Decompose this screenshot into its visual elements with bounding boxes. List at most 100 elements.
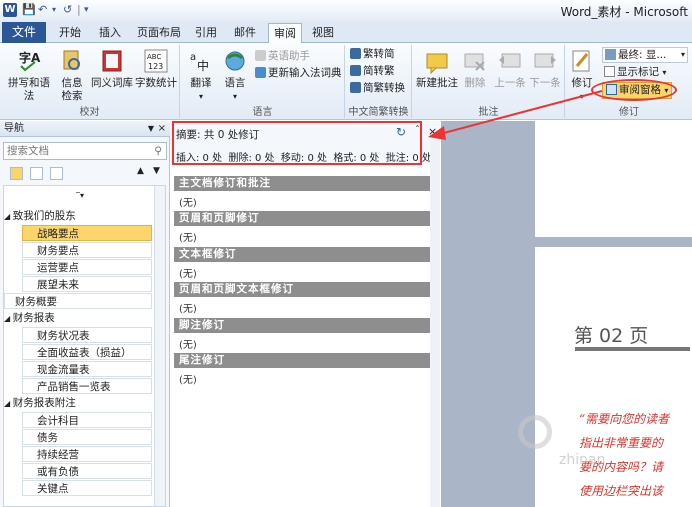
heading-item[interactable]: 全面收益表（损益） [22, 344, 152, 360]
show-markup-button[interactable]: 显示标记 ▾ [604, 65, 666, 80]
svg-text:a: a [190, 52, 196, 63]
trad-simp-icon [350, 48, 361, 59]
trad-to-simp-button[interactable]: 繁转简 [350, 47, 395, 61]
group-language: a中 翻译 ▾ 语言 ▾ 英语助手 更新输入法词典 语言 [181, 45, 345, 118]
delete-comment-button[interactable]: 删除 [461, 48, 489, 90]
simp-trad-icon [350, 65, 361, 76]
group-proofing: 字A 拼写和语法 信息检索 同义词库 ABC 123 字数统计 校对 [0, 45, 180, 118]
section-header: 主文档修订和批注 [174, 176, 438, 191]
spell-check-icon: 字A [19, 50, 41, 72]
word-count-button[interactable]: ABC 123 字数统计 [134, 48, 178, 90]
english-assistant-button[interactable]: 英语助手 [255, 49, 310, 63]
heading-item[interactable]: 会计科目 [22, 412, 152, 428]
show-markup-icon [604, 66, 615, 77]
svg-text:中: 中 [197, 58, 209, 73]
tab-page-layout[interactable]: 页面布局 [132, 23, 186, 43]
convert-button[interactable]: 简繁转换 [350, 81, 405, 95]
heading-item[interactable]: 关键点 [22, 480, 152, 496]
heading-item[interactable]: 财务状况表 [22, 327, 152, 343]
section-value: (无) [179, 304, 197, 315]
tab-home[interactable]: 开始 [52, 23, 88, 43]
heading-rule [575, 347, 690, 351]
tab-results-icon[interactable] [50, 167, 63, 180]
english-assistant-icon [255, 50, 266, 61]
heading-item[interactable]: ◢ 财务报表 [4, 310, 154, 326]
save-icon[interactable]: 💾 [22, 3, 36, 17]
thesaurus-button[interactable]: 同义词库 [90, 48, 134, 90]
svg-text:字A: 字A [19, 50, 41, 65]
research-button[interactable]: 信息检索 [58, 48, 86, 103]
refresh-icon[interactable]: ↻ [396, 125, 406, 139]
heading-item[interactable]: 持续经营 [22, 446, 152, 462]
tab-references[interactable]: 引用 [190, 23, 222, 43]
section-value: (无) [179, 375, 197, 386]
previous-comment-icon [499, 53, 521, 68]
redo-icon[interactable]: ↺ [63, 3, 72, 17]
customize-qat-icon[interactable]: ▾ [84, 3, 89, 17]
undo-icon[interactable]: ↶ [38, 3, 47, 17]
group-label-language: 语言 [252, 107, 273, 118]
section-header: 脚注修订 [174, 318, 438, 333]
document-area: 第 02 页 “需要向您的读者 指出非常重要的 要的内容吗？请 使用边栏突出该 … [441, 121, 692, 507]
heading-item[interactable]: 或有负债 [22, 463, 152, 479]
final-show-markup-select[interactable]: 最终: 显... ▾ [602, 47, 688, 63]
tab-file[interactable]: 文件 [2, 22, 46, 43]
language-globe-icon [225, 51, 245, 71]
tab-mailings[interactable]: 邮件 [228, 23, 262, 43]
previous-comment-button[interactable]: 上一条 [493, 48, 527, 90]
close-icon[interactable]: × [158, 121, 166, 137]
spelling-grammar-button[interactable]: 字A 拼写和语法 [4, 48, 54, 103]
heading-tree: ‾▾ ◢ 致我们的股东 战略要点 财务要点 运营要点 展望未来 财务概要 ◢ 财… [3, 185, 166, 507]
reviewing-pane: 摘要: 共 0 处修订 ↻ ˆ × 插入: 0 处 删除: 0 处 移动: 0 … [170, 121, 440, 507]
watermark-logo-icon [518, 415, 552, 449]
search-icon[interactable]: ⚲ [154, 143, 162, 159]
dropdown-arrow-icon: ▾ [680, 50, 685, 59]
heading-item[interactable]: ◢ 致我们的股东 [4, 208, 154, 224]
collapse-up-icon[interactable]: ‾▾ [76, 191, 84, 200]
section-value: (无) [179, 198, 197, 209]
pane-options-icon[interactable]: ▼ [148, 121, 154, 137]
language-button[interactable]: 语言 ▾ [219, 48, 251, 103]
group-chinese-conversion: 繁转简 简转繁 简繁转换 中文简繁转换 [346, 45, 412, 118]
tab-headings-icon[interactable] [10, 167, 23, 180]
simp-to-trad-button[interactable]: 简转繁 [350, 64, 395, 78]
translate-button[interactable]: a中 翻译 ▾ [185, 48, 217, 103]
translate-icon: a中 [190, 52, 209, 73]
section-header: 页眉和页脚修订 [174, 211, 438, 226]
next-comment-icon [534, 53, 556, 68]
update-ime-dictionary-button[interactable]: 更新输入法词典 [255, 66, 342, 80]
word-count-icon: ABC123 [144, 49, 168, 73]
next-comment-button[interactable]: 下一条 [527, 48, 563, 90]
reviewing-scrollbar[interactable] [430, 139, 440, 507]
heading-item[interactable]: 财务要点 [22, 242, 152, 258]
undo-dropdown-icon[interactable]: ▾ [52, 3, 56, 17]
heading-item[interactable]: 债务 [22, 429, 152, 445]
heading-item[interactable]: 展望未来 [22, 276, 152, 292]
tab-insert[interactable]: 插入 [92, 23, 128, 43]
heading-item[interactable]: 产品销售一览表 [22, 378, 152, 394]
tab-review[interactable]: 审阅 [268, 23, 302, 44]
new-comment-button[interactable]: 新建批注 [415, 48, 459, 90]
tab-pages-icon[interactable] [30, 167, 43, 180]
svg-text:123: 123 [148, 62, 163, 71]
heading-item[interactable]: 战略要点 [22, 225, 152, 241]
page-number-heading: 第 02 页 [574, 325, 649, 347]
section-value: (无) [179, 269, 197, 280]
heading-item[interactable]: 运营要点 [22, 259, 152, 275]
tab-view[interactable]: 视图 [306, 23, 340, 43]
heading-item[interactable]: 现金流量表 [22, 361, 152, 377]
convert-icon [350, 82, 361, 93]
reviewing-summary: 摘要: 共 0 处修订 ↻ ˆ × 插入: 0 处 删除: 0 处 移动: 0 … [170, 121, 440, 165]
search-document-input[interactable]: 搜索文档 ⚲ [3, 142, 167, 160]
navigation-header: 导航 ▼ × [0, 121, 170, 137]
research-icon [63, 50, 80, 70]
next-heading-icon[interactable]: ▼ [153, 166, 160, 176]
heading-item[interactable]: 财务概要 [4, 293, 152, 309]
annotation-arrow [428, 90, 603, 140]
word-app-icon[interactable]: W [3, 3, 17, 17]
document-page[interactable]: 第 02 页 “需要向您的读者 指出非常重要的 要的内容吗？请 使用边栏突出该 … [518, 247, 692, 507]
svg-text:ABC: ABC [147, 53, 161, 61]
tree-scrollbar[interactable] [154, 186, 165, 506]
heading-item[interactable]: ◢ 财务报表附注 [4, 395, 154, 411]
previous-heading-icon[interactable]: ▲ [137, 166, 144, 176]
